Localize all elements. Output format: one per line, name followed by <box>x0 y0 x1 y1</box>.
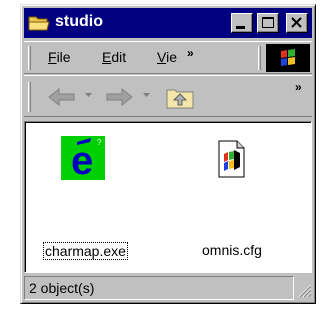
explorer-window: studio File Edit Vie » » e ? charmap.exe… <box>20 4 316 304</box>
charmap-e-icon: e ? <box>61 136 105 183</box>
status-bar: 2 object(s) <box>24 276 312 301</box>
menubar-grip[interactable] <box>28 46 31 70</box>
resize-grip-icon[interactable] <box>296 282 312 300</box>
status-pane: 2 object(s) <box>24 276 294 300</box>
toolbar-grip[interactable] <box>28 82 31 112</box>
toolbar-overflow-chevron[interactable]: » <box>295 80 302 94</box>
forward-arrow-icon[interactable] <box>104 86 136 108</box>
minimize-icon <box>236 26 245 29</box>
file-omnis[interactable] <box>215 140 247 178</box>
menu-view[interactable]: Vie <box>157 49 177 65</box>
close-button[interactable] <box>286 13 308 33</box>
toolbar: » <box>24 75 312 117</box>
menu-bar: File Edit Vie » <box>24 41 312 74</box>
windows-logo-throbber <box>266 44 310 72</box>
menu-file[interactable]: File <box>48 49 71 65</box>
file-charmap[interactable]: e ? <box>61 136 105 183</box>
svg-text:?: ? <box>97 138 102 147</box>
file-label-charmap[interactable]: charmap.exe <box>43 242 128 260</box>
back-arrow-icon[interactable] <box>46 86 78 108</box>
back-dropdown-icon[interactable] <box>84 90 94 100</box>
close-icon <box>291 17 302 28</box>
file-list[interactable]: e ? charmap.exe omnis.cfg <box>24 121 312 273</box>
up-folder-icon[interactable] <box>165 81 197 111</box>
menu-edit[interactable]: Edit <box>102 49 126 65</box>
window-title: studio <box>55 13 103 30</box>
status-text: 2 object(s) <box>29 280 95 296</box>
forward-dropdown-icon[interactable] <box>142 90 152 100</box>
minimize-button[interactable] <box>231 13 253 33</box>
folder-icon <box>28 16 50 31</box>
logo-grip <box>258 46 261 70</box>
maximize-button[interactable] <box>257 13 279 33</box>
svg-text:e: e <box>71 139 93 180</box>
config-file-icon <box>218 140 245 178</box>
menu-overflow-chevron[interactable]: » <box>187 46 194 60</box>
maximize-icon <box>262 17 274 28</box>
file-label-omnis[interactable]: omnis.cfg <box>202 242 262 258</box>
windows-logo-icon <box>281 49 295 66</box>
title-bar[interactable]: studio <box>24 8 312 38</box>
